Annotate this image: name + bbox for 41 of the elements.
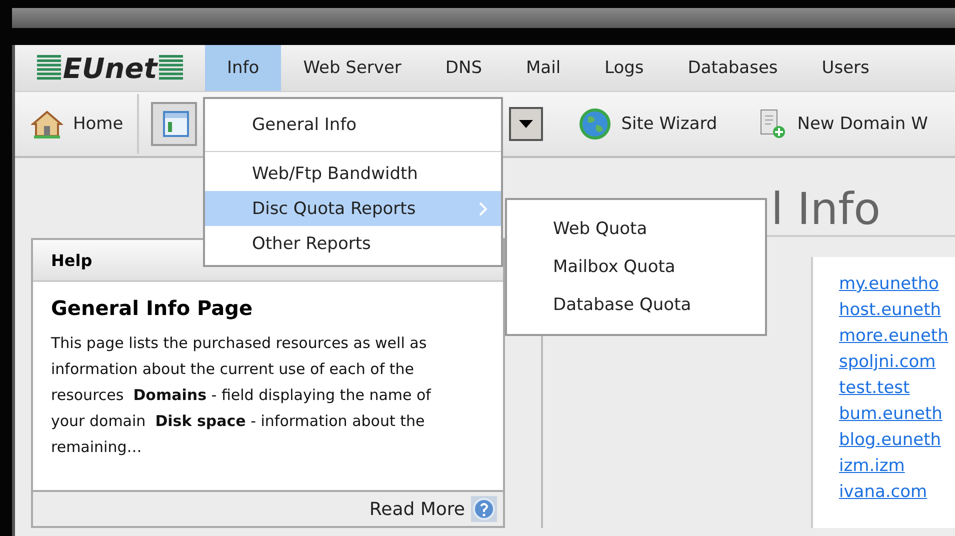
domain-link[interactable]: ivana.com xyxy=(839,479,955,505)
logo: EUnet xyxy=(62,52,158,84)
help-heading: General Info Page xyxy=(51,296,254,320)
domain-link[interactable]: host.euneth xyxy=(839,297,955,323)
submenu-item[interactable]: Database Quota xyxy=(507,286,765,324)
menu-tab[interactable]: DNS xyxy=(423,45,504,91)
menu-tab[interactable]: Users xyxy=(800,45,892,91)
toggle-button[interactable] xyxy=(151,102,198,146)
domain-link[interactable]: spoljni.com xyxy=(839,349,955,375)
submenu-item[interactable]: Mailbox Quota xyxy=(507,248,765,286)
house-icon xyxy=(31,109,63,139)
toolbar-button[interactable]: Site Wizard xyxy=(565,94,732,154)
menu-tab[interactable]: Databases xyxy=(666,45,800,91)
menu-tab[interactable]: Web Server xyxy=(281,45,424,91)
help-icon[interactable] xyxy=(471,496,497,522)
menu-item[interactable]: General Info xyxy=(205,103,501,147)
panel-title: Help xyxy=(51,250,92,270)
domain-link[interactable]: test.test xyxy=(839,375,955,401)
menu-tab[interactable]: Info xyxy=(205,45,282,91)
domain-link[interactable]: my.eunetho xyxy=(839,271,955,297)
domain-link[interactable]: blog.euneth xyxy=(839,427,955,453)
read-more-link[interactable]: Read More xyxy=(369,498,465,520)
menu-item[interactable]: Other Reports xyxy=(205,226,501,261)
menu-item[interactable]: Web/Ftp Bandwidth xyxy=(205,156,501,191)
layout-icon xyxy=(163,111,190,137)
dropdown-button[interactable] xyxy=(509,107,544,141)
menu-tab[interactable]: Mail xyxy=(504,45,583,91)
stripes-icon xyxy=(159,55,184,81)
page-heading: l Info xyxy=(771,184,880,235)
globe-icon xyxy=(579,108,612,140)
stripes-icon xyxy=(36,55,61,81)
toolbar-button[interactable]: New Domain W xyxy=(743,94,942,154)
toolbar-button[interactable]: Home xyxy=(17,94,140,154)
submenu-item[interactable]: Web Quota xyxy=(507,210,765,248)
menu-tab[interactable]: Logs xyxy=(582,45,666,91)
domain-link[interactable]: more.euneth xyxy=(839,323,955,349)
domain-link[interactable]: bum.euneth xyxy=(839,401,955,427)
domain-link[interactable]: izm.izm xyxy=(839,453,955,479)
help-text: This page lists the purchased resources as well as information about the current use of each of the resources Domains - field displaying the name of your domain Disk space - information about the remaining… xyxy=(51,333,432,458)
chevron-right-icon xyxy=(479,202,487,216)
menu-item[interactable]: Disc Quota Reports xyxy=(205,191,501,226)
